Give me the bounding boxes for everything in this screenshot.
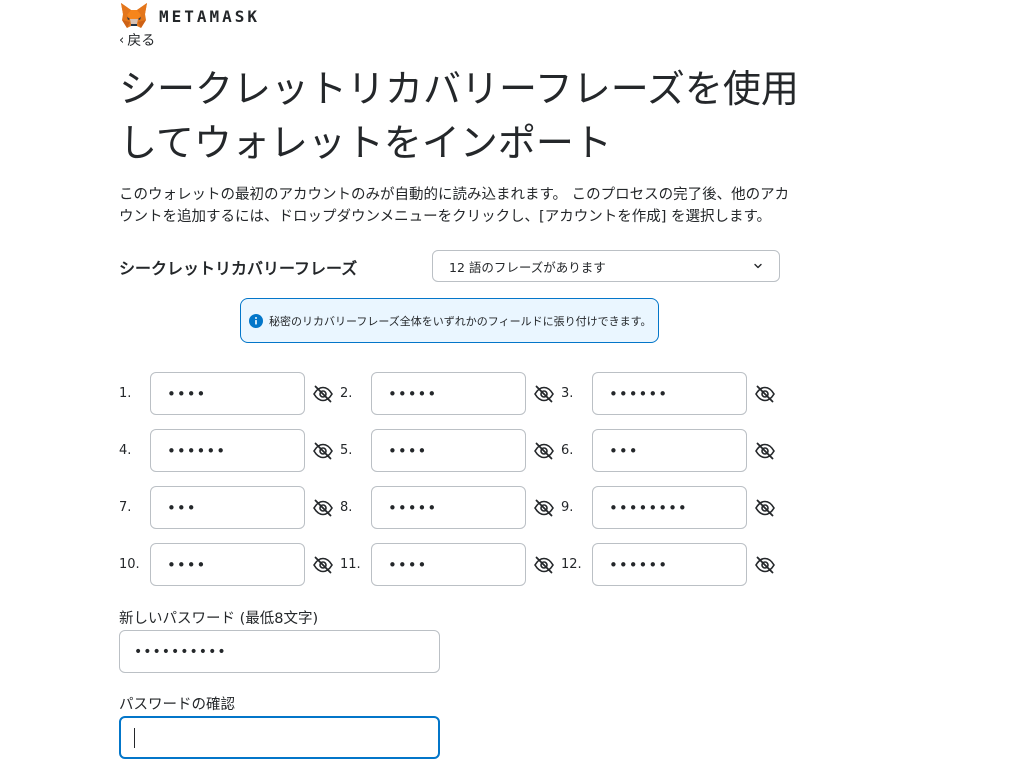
srp-word-value: •••• xyxy=(167,384,207,403)
srp-word-input[interactable]: •••••• xyxy=(592,372,747,415)
srp-word-value: •••••• xyxy=(167,441,227,460)
page-description: このウォレットの最初のアカウントのみが自動的に読み込まれます。 このプロセスの完… xyxy=(119,187,790,225)
srp-word-input[interactable]: ••• xyxy=(592,429,747,472)
srp-word-input[interactable]: ••• xyxy=(150,486,305,529)
eye-slash-icon[interactable] xyxy=(533,555,555,575)
srp-word-input[interactable]: ••••• xyxy=(371,372,526,415)
srp-word-cell: 10. •••• xyxy=(119,543,334,586)
page-title: シークレットリカバリーフレーズを使用してウォレットをインポート xyxy=(119,67,799,165)
confirm-password-input[interactable] xyxy=(119,716,440,759)
import-wallet-page: METAMASK ‹ 戻る シークレットリカバリーフレーズを使用してウォレットを… xyxy=(0,0,1024,763)
eye-slash-icon[interactable] xyxy=(754,555,776,575)
eye-slash-icon[interactable] xyxy=(312,441,334,461)
srp-word-cell: 1. •••• xyxy=(119,372,334,415)
srp-word-number: 6. xyxy=(561,443,574,458)
srp-word-value: •••• xyxy=(167,555,207,574)
srp-word-number: 5. xyxy=(340,443,353,458)
paste-info-text: 秘密のリカバリーフレーズ全体をいずれかのフィールドに張り付けできます。 xyxy=(269,314,652,328)
srp-word-input[interactable]: •••••• xyxy=(592,543,747,586)
eye-slash-icon[interactable] xyxy=(533,498,555,518)
srp-word-number: 4. xyxy=(119,443,132,458)
new-password-input[interactable]: •••••••••• xyxy=(119,630,440,673)
srp-word-cell: 12. •••••• xyxy=(561,543,776,586)
text-cursor xyxy=(134,727,135,748)
confirm-password-label: パスワードの確認 xyxy=(119,697,235,713)
new-password-label: 新しいパスワード (最低8文字) xyxy=(119,611,319,627)
chevron-down-icon xyxy=(754,263,762,269)
srp-word-value: •••••• xyxy=(609,384,669,403)
srp-word-value: •••••• xyxy=(609,555,669,574)
srp-word-input[interactable]: •••••• xyxy=(150,429,305,472)
srp-word-number: 2. xyxy=(340,386,353,401)
srp-word-value: ••••• xyxy=(388,498,438,517)
eye-slash-icon[interactable] xyxy=(754,498,776,518)
srp-word-number: 8. xyxy=(340,500,353,515)
srp-word-cell: 3. •••••• xyxy=(561,372,776,415)
srp-word-number: 3. xyxy=(561,386,574,401)
new-password-value: •••••••••• xyxy=(134,643,227,660)
srp-word-number: 11. xyxy=(340,557,361,572)
srp-word-cell: 11. •••• xyxy=(340,543,555,586)
eye-slash-icon[interactable] xyxy=(312,498,334,518)
srp-word-number: 1. xyxy=(119,386,132,401)
srp-word-value: ••• xyxy=(167,498,197,517)
eye-slash-icon[interactable] xyxy=(533,384,555,404)
srp-word-value: •••••••• xyxy=(609,498,688,517)
srp-word-input[interactable]: ••••• xyxy=(371,486,526,529)
eye-slash-icon[interactable] xyxy=(312,555,334,575)
srp-word-input[interactable]: •••• xyxy=(150,543,305,586)
chevron-left-icon: ‹ xyxy=(119,32,125,48)
back-link[interactable]: ‹ 戻る xyxy=(119,30,155,50)
srp-word-cell: 2. ••••• xyxy=(340,372,555,415)
brand-wordmark: METAMASK xyxy=(159,6,261,26)
eye-slash-icon[interactable] xyxy=(312,384,334,404)
srp-word-cell: 8. ••••• xyxy=(340,486,555,529)
srp-word-cell: 4. •••••• xyxy=(119,429,334,472)
srp-word-value: ••••• xyxy=(388,384,438,403)
srp-word-input[interactable]: •••• xyxy=(371,543,526,586)
metamask-logo[interactable]: METAMASK xyxy=(119,2,260,30)
srp-word-value: •••• xyxy=(388,555,428,574)
eye-slash-icon[interactable] xyxy=(754,441,776,461)
metamask-fox-icon xyxy=(121,3,147,28)
srp-word-input[interactable]: •••••••• xyxy=(592,486,747,529)
srp-word-cell: 5. •••• xyxy=(340,429,555,472)
srp-word-number: 12. xyxy=(561,557,582,572)
srp-length-select[interactable]: 12 語のフレーズがあります xyxy=(432,250,780,282)
paste-info-banner: 秘密のリカバリーフレーズ全体をいずれかのフィールドに張り付けできます。 xyxy=(240,298,659,343)
srp-word-cell: 9. •••••••• xyxy=(561,486,776,529)
back-label: 戻る xyxy=(127,33,156,49)
srp-word-value: •••• xyxy=(388,441,428,460)
srp-word-number: 7. xyxy=(119,500,132,515)
srp-length-select-value: 12 語のフレーズがあります xyxy=(449,259,606,275)
srp-word-value: ••• xyxy=(609,441,639,460)
srp-word-input[interactable]: •••• xyxy=(150,372,305,415)
eye-slash-icon[interactable] xyxy=(533,441,555,461)
eye-slash-icon[interactable] xyxy=(754,384,776,404)
srp-word-number: 10. xyxy=(119,557,140,572)
srp-word-input[interactable]: •••• xyxy=(371,429,526,472)
srp-word-cell: 6. ••• xyxy=(561,429,776,472)
info-icon xyxy=(249,313,263,328)
srp-label: シークレットリカバリーフレーズ xyxy=(119,259,358,278)
srp-word-number: 9. xyxy=(561,500,574,515)
srp-word-cell: 7. ••• xyxy=(119,486,334,529)
